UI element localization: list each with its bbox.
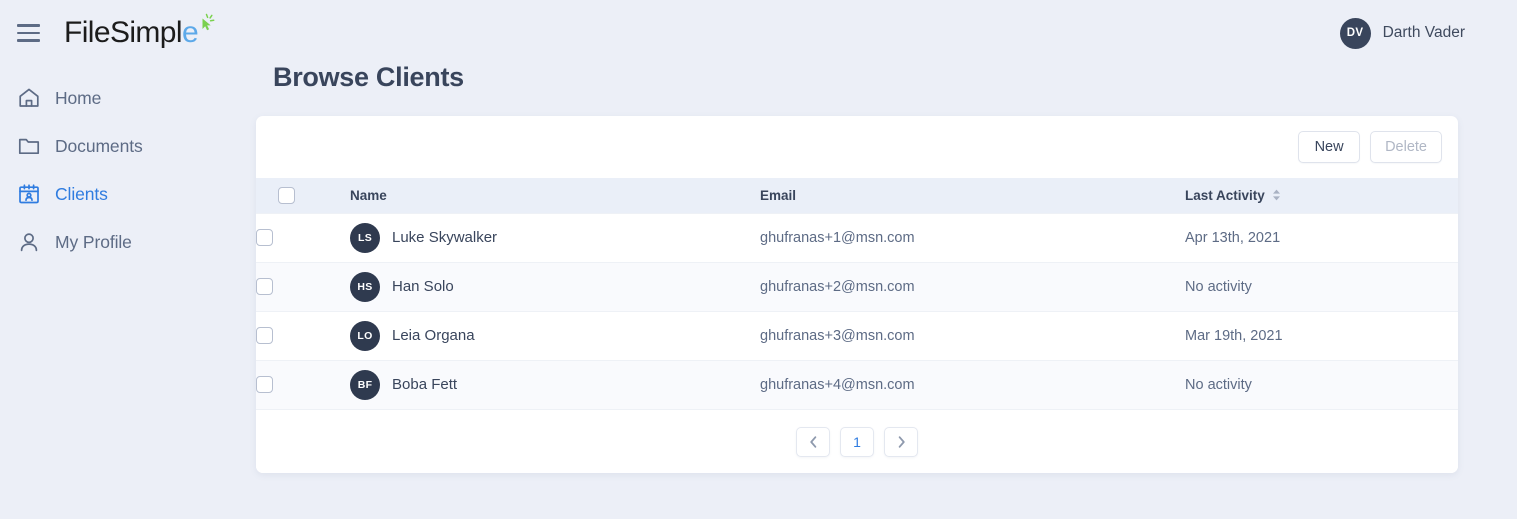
table-body: LS Luke Skywalker ghufranas+1@msn.com Ap… — [256, 212, 1458, 409]
row-checkbox[interactable] — [256, 278, 273, 295]
row-name-cell: HS Han Solo — [350, 261, 760, 311]
row-select-cell — [256, 261, 350, 311]
row-last-activity-cell: Apr 13th, 2021 — [1185, 212, 1458, 262]
sidebar-item-clients[interactable]: Clients — [0, 170, 218, 218]
avatar: DV — [1339, 17, 1371, 49]
sort-updown-icon[interactable] — [1272, 189, 1281, 201]
sidebar-item-label: Home — [55, 87, 102, 108]
sidebar: FileSimple Home Documents Clients My Pro… — [0, 0, 218, 519]
row-name: Han Solo — [392, 278, 454, 295]
table-row[interactable]: HS Han Solo ghufranas+2@msn.com No activ… — [256, 261, 1458, 311]
column-header-name[interactable]: Name — [350, 178, 760, 213]
card-toolbar: New Delete — [256, 116, 1458, 178]
row-checkbox[interactable] — [256, 376, 273, 394]
pagination: 1 — [256, 409, 1458, 473]
row-name: Luke Skywalker — [392, 229, 498, 246]
row-select-cell — [256, 310, 350, 360]
row-checkbox[interactable] — [256, 327, 273, 344]
column-header-label: Email — [760, 187, 797, 203]
clients-table: Name Email Last Activity LS Luke Skywalk… — [256, 178, 1458, 409]
row-email-cell: ghufranas+3@msn.com — [760, 310, 1185, 360]
sidebar-item-home[interactable]: Home — [0, 74, 218, 122]
row-name: Boba Fett — [392, 376, 458, 394]
user-menu[interactable]: DV Darth Vader — [1339, 17, 1465, 49]
row-name-cell: LS Luke Skywalker — [350, 212, 760, 262]
row-last-activity-cell: No activity — [1185, 359, 1458, 409]
sidebar-nav: Home Documents Clients My Profile — [0, 74, 218, 266]
column-header-label: Last Activity — [1185, 187, 1265, 203]
sidebar-header: FileSimple — [0, 0, 218, 66]
home-icon — [8, 84, 50, 112]
column-header-last-activity[interactable]: Last Activity — [1185, 178, 1458, 213]
chevron-right-icon[interactable] — [884, 426, 918, 457]
row-avatar: BF — [350, 369, 380, 400]
row-last-activity-cell: No activity — [1185, 261, 1458, 311]
row-name: Leia Organa — [392, 327, 475, 344]
row-avatar: LS — [350, 222, 380, 253]
hamburger-bar — [16, 31, 40, 35]
row-email-cell: ghufranas+4@msn.com — [760, 359, 1185, 409]
row-select-cell — [256, 212, 350, 262]
brand-name: FileSimpl — [64, 16, 183, 49]
row-email-cell: ghufranas+1@msn.com — [760, 212, 1185, 262]
sidebar-item-label: Clients — [55, 183, 108, 204]
row-avatar: HS — [350, 271, 380, 302]
sidebar-item-label: Documents — [55, 135, 143, 156]
delete-button[interactable]: Delete — [1370, 131, 1442, 163]
table-header: Name Email Last Activity — [256, 178, 1458, 213]
row-select-cell — [256, 359, 350, 409]
column-header-label: Name — [350, 187, 387, 203]
select-all-header — [256, 178, 350, 213]
user-icon — [8, 228, 50, 256]
sidebar-item-my-profile[interactable]: My Profile — [0, 218, 218, 266]
table-row[interactable]: LS Luke Skywalker ghufranas+1@msn.com Ap… — [256, 212, 1458, 262]
row-avatar: LO — [350, 320, 380, 351]
calendar-user-icon — [8, 180, 50, 208]
table-row[interactable]: LO Leia Organa ghufranas+3@msn.com Mar 1… — [256, 310, 1458, 360]
sidebar-item-documents[interactable]: Documents — [0, 122, 218, 170]
brand-logo[interactable]: FileSimple — [64, 13, 215, 50]
page-number-1[interactable]: 1 — [840, 426, 874, 457]
clients-card: New Delete Name Email Last Activity LS L… — [256, 116, 1458, 473]
folder-icon — [8, 132, 50, 160]
sidebar-item-label: My Profile — [55, 231, 132, 252]
select-all-checkbox[interactable] — [278, 186, 295, 204]
row-name-cell: LO Leia Organa — [350, 310, 760, 360]
cursor-sparkle-icon — [193, 10, 217, 34]
table-row[interactable]: BF Boba Fett ghufranas+4@msn.com No acti… — [256, 359, 1458, 409]
row-email-cell: ghufranas+2@msn.com — [760, 261, 1185, 311]
hamburger-bar — [16, 39, 40, 42]
row-checkbox[interactable] — [256, 229, 273, 246]
column-header-email[interactable]: Email — [760, 178, 1185, 213]
topbar: DV Darth Vader — [218, 0, 1517, 66]
row-last-activity-cell: Mar 19th, 2021 — [1185, 310, 1458, 360]
page-title: Browse Clients — [273, 62, 464, 92]
chevron-left-icon[interactable] — [796, 426, 830, 457]
app-root: FileSimple Home Documents Clients My Pro… — [0, 0, 1517, 519]
user-name: Darth Vader — [1382, 24, 1465, 41]
row-name-cell: BF Boba Fett — [350, 359, 760, 409]
table-header-row: Name Email Last Activity — [256, 178, 1458, 213]
new-button[interactable]: New — [1298, 131, 1361, 163]
hamburger-menu-icon[interactable] — [6, 11, 50, 55]
main-content: DV Darth Vader Browse Clients New Delete — [218, 0, 1517, 519]
hamburger-bar — [16, 24, 40, 27]
